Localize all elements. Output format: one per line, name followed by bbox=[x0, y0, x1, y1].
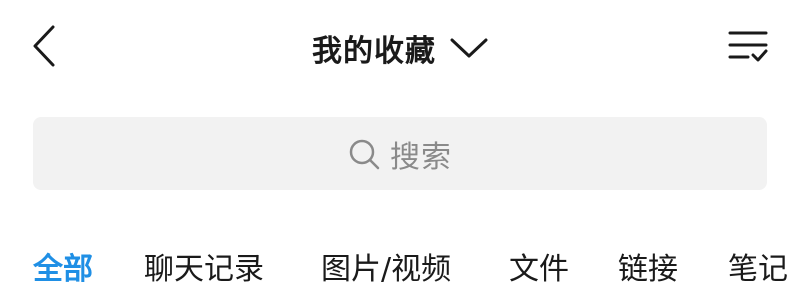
search-input[interactable]: 搜索 bbox=[33, 117, 767, 190]
filter-list-check-icon bbox=[728, 29, 768, 67]
chevron-down-icon bbox=[450, 37, 488, 59]
search-icon bbox=[348, 138, 380, 170]
tab-all[interactable]: 全部 bbox=[33, 250, 93, 290]
tab-notes[interactable]: 笔记 bbox=[728, 250, 788, 290]
page-title: 我的收藏 bbox=[312, 34, 436, 69]
tab-chat-history[interactable]: 聊天记录 bbox=[144, 250, 264, 290]
category-tabs: 全部 聊天记录 图片/视频 文件 链接 笔记 bbox=[0, 242, 800, 302]
tab-files[interactable]: 文件 bbox=[509, 250, 569, 290]
filter-button[interactable] bbox=[726, 26, 770, 70]
search-placeholder: 搜索 bbox=[390, 139, 452, 175]
tab-links[interactable]: 链接 bbox=[618, 250, 678, 290]
tab-images-videos[interactable]: 图片/视频 bbox=[321, 250, 451, 290]
nav-bar: 我的收藏 bbox=[0, 0, 800, 96]
title-dropdown[interactable]: 我的收藏 bbox=[0, 24, 800, 72]
